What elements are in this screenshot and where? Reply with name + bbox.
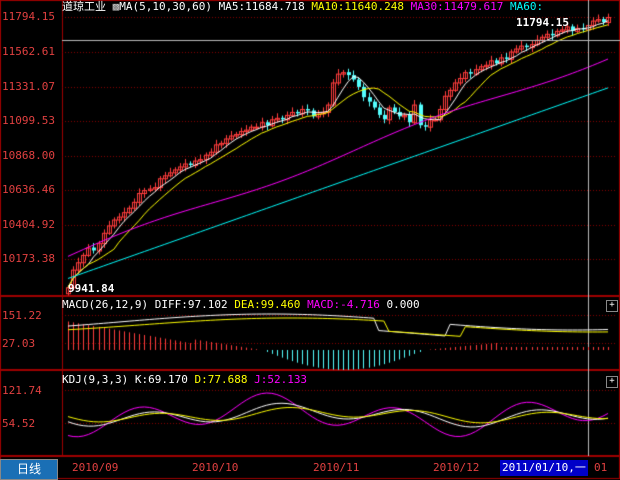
macd-expand-button[interactable]: + bbox=[606, 300, 618, 312]
kdj-title: KDJ(9,3,3) bbox=[62, 373, 129, 386]
ma30-value: MA30:11479.617 bbox=[410, 0, 504, 13]
macd-dea: DEA:99.460 bbox=[234, 298, 301, 311]
ma10-value: MA10:11640.248 bbox=[311, 0, 405, 13]
kdj-panel-header: KDJ(9,3,3) K:69.170 D:77.688 J:52.133 bbox=[62, 373, 307, 387]
cursor-date: 2011/01/10,一 bbox=[502, 461, 586, 474]
kdj-tick-1: 54.52 bbox=[2, 417, 36, 430]
x-label-3: 2010/12 bbox=[433, 461, 480, 474]
price-tick-5: 10636.46 bbox=[2, 183, 55, 196]
price-tick-3: 11099.53 bbox=[2, 114, 55, 127]
kdj-k: K:69.170 bbox=[134, 373, 188, 386]
price-tick-6: 10404.92 bbox=[2, 218, 55, 231]
kdj-j: J:52.133 bbox=[254, 373, 308, 386]
macd-panel-header: MACD(26,12,9) DIFF:97.102 DEA:99.460 MAC… bbox=[62, 298, 420, 312]
x-label-2: 2010/11 bbox=[313, 461, 360, 474]
x-label-1: 2010/10 bbox=[192, 461, 239, 474]
macd-diff: DIFF:97.102 bbox=[154, 298, 228, 311]
price-panel-header: 道琼工业 ▩MA(5,10,30,60) MA5:11684.718 MA10:… bbox=[62, 0, 543, 14]
high-price-label: 11794.15 bbox=[516, 16, 569, 29]
macd-title: MACD(26,12,9) bbox=[62, 298, 149, 311]
price-tick-7: 10173.38 bbox=[2, 252, 55, 265]
macd-extra: 0.000 bbox=[386, 298, 420, 311]
macd-value: MACD:-4.716 bbox=[307, 298, 380, 311]
macd-tick-0: 151.22 bbox=[2, 309, 42, 322]
ma5-value: MA5:11684.718 bbox=[218, 0, 305, 13]
price-tick-0: 11794.15 bbox=[2, 10, 55, 23]
kdj-tick-0: 121.74 bbox=[2, 384, 42, 397]
price-tick-2: 11331.07 bbox=[2, 80, 55, 93]
price-tick-1: 11562.61 bbox=[2, 45, 55, 58]
low-price-label: 9941.84 bbox=[68, 282, 115, 295]
kdj-expand-button[interactable]: + bbox=[606, 376, 618, 388]
kdj-d: D:77.688 bbox=[194, 373, 248, 386]
cursor-date-box: 2011/01/10,一 bbox=[500, 460, 588, 476]
ma-group-label: MA(5,10,30,60) bbox=[119, 0, 212, 13]
price-tick-4: 10868.00 bbox=[2, 149, 55, 162]
period-tab-daily[interactable]: 日线 bbox=[0, 459, 58, 480]
instrument-name: 道琼工业 bbox=[62, 0, 106, 13]
x-label-0: 2010/09 bbox=[72, 461, 119, 474]
ma60-value: MA60: bbox=[510, 0, 544, 13]
cursor-date-suffix: 01 bbox=[594, 461, 608, 474]
macd-tick-1: 27.03 bbox=[2, 337, 36, 350]
stock-chart-canvas[interactable] bbox=[0, 0, 620, 480]
